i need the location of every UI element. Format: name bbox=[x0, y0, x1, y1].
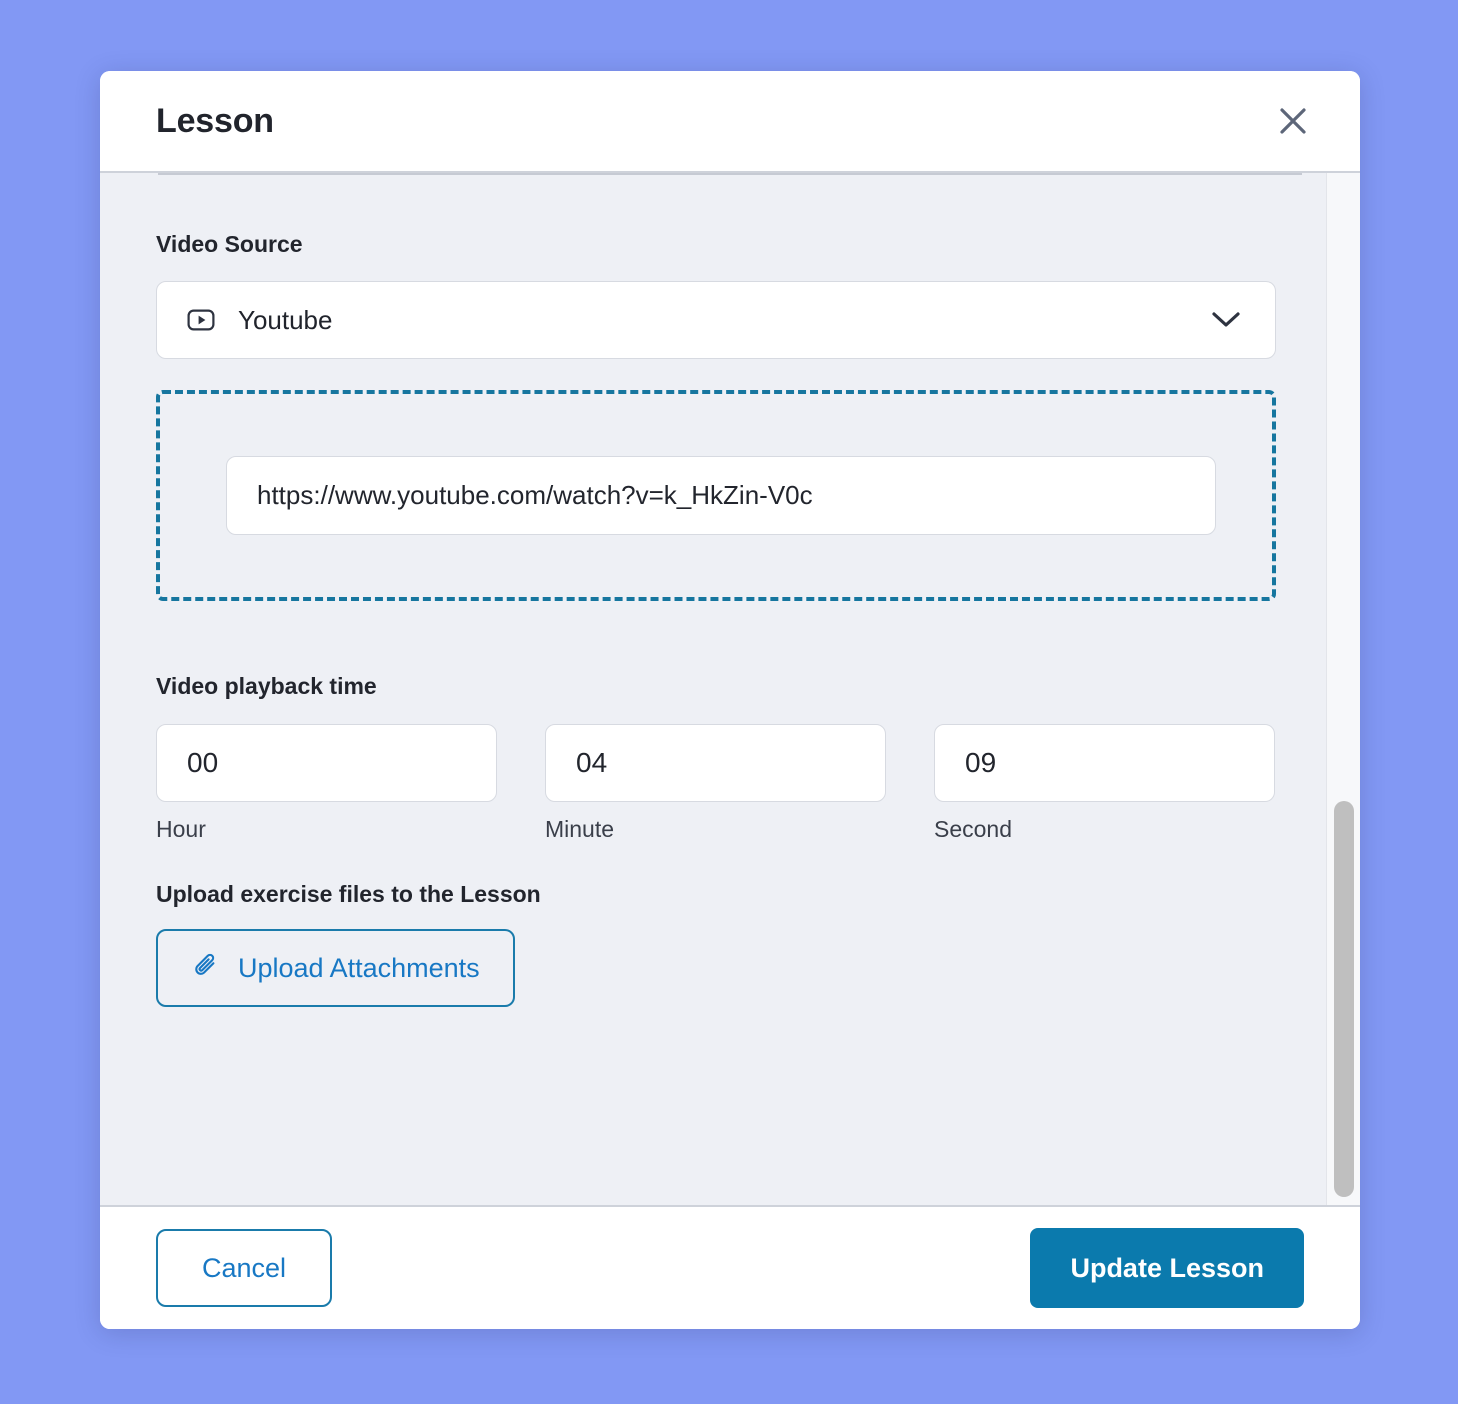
minute-label: Minute bbox=[545, 815, 615, 842]
lesson-modal: Lesson Video Source Youtube https://www.… bbox=[100, 71, 1360, 1329]
body-scrollbar-track[interactable] bbox=[1326, 173, 1360, 1205]
upload-attachments-button[interactable]: Upload Attachments bbox=[156, 929, 515, 1008]
hour-label: Hour bbox=[156, 815, 206, 842]
modal-footer: Cancel Update Lesson bbox=[100, 1205, 1360, 1329]
body-scrollbar-thumb[interactable] bbox=[1334, 801, 1354, 1197]
video-source-value: Youtube bbox=[238, 304, 333, 335]
video-url-dropzone[interactable] bbox=[156, 390, 1276, 602]
youtube-icon bbox=[187, 309, 215, 331]
minute-field-group: Minute bbox=[545, 723, 886, 843]
minute-input[interactable] bbox=[545, 723, 886, 802]
video-source-label: Video Source bbox=[156, 231, 303, 257]
cancel-button[interactable]: Cancel bbox=[156, 1229, 333, 1307]
hour-field-group: Hour bbox=[156, 723, 497, 843]
second-input[interactable] bbox=[934, 723, 1275, 802]
page-title: Lesson bbox=[156, 102, 274, 140]
upload-attachments-label: Upload Attachments bbox=[238, 952, 480, 983]
hour-input[interactable] bbox=[156, 723, 497, 802]
close-button[interactable] bbox=[1270, 98, 1316, 144]
video-source-select[interactable]: Youtube bbox=[156, 281, 1276, 360]
chevron-down-icon bbox=[1211, 311, 1241, 329]
video-url-input[interactable] bbox=[226, 456, 1216, 536]
modal-body: Video Source Youtube Video playback time bbox=[100, 173, 1360, 1205]
playback-time-label: Video playback time bbox=[156, 673, 377, 700]
modal-header: Lesson bbox=[100, 71, 1360, 173]
paperclip-icon bbox=[191, 950, 221, 987]
playback-time-row: Hour Minute Second bbox=[156, 723, 1304, 843]
content-top-divider bbox=[158, 173, 1302, 175]
upload-files-label: Upload exercise files to the Lesson bbox=[156, 880, 541, 907]
second-label: Second bbox=[934, 815, 1013, 842]
close-icon bbox=[1278, 106, 1308, 136]
second-field-group: Second bbox=[934, 723, 1275, 843]
update-lesson-button[interactable]: Update Lesson bbox=[1030, 1228, 1304, 1308]
